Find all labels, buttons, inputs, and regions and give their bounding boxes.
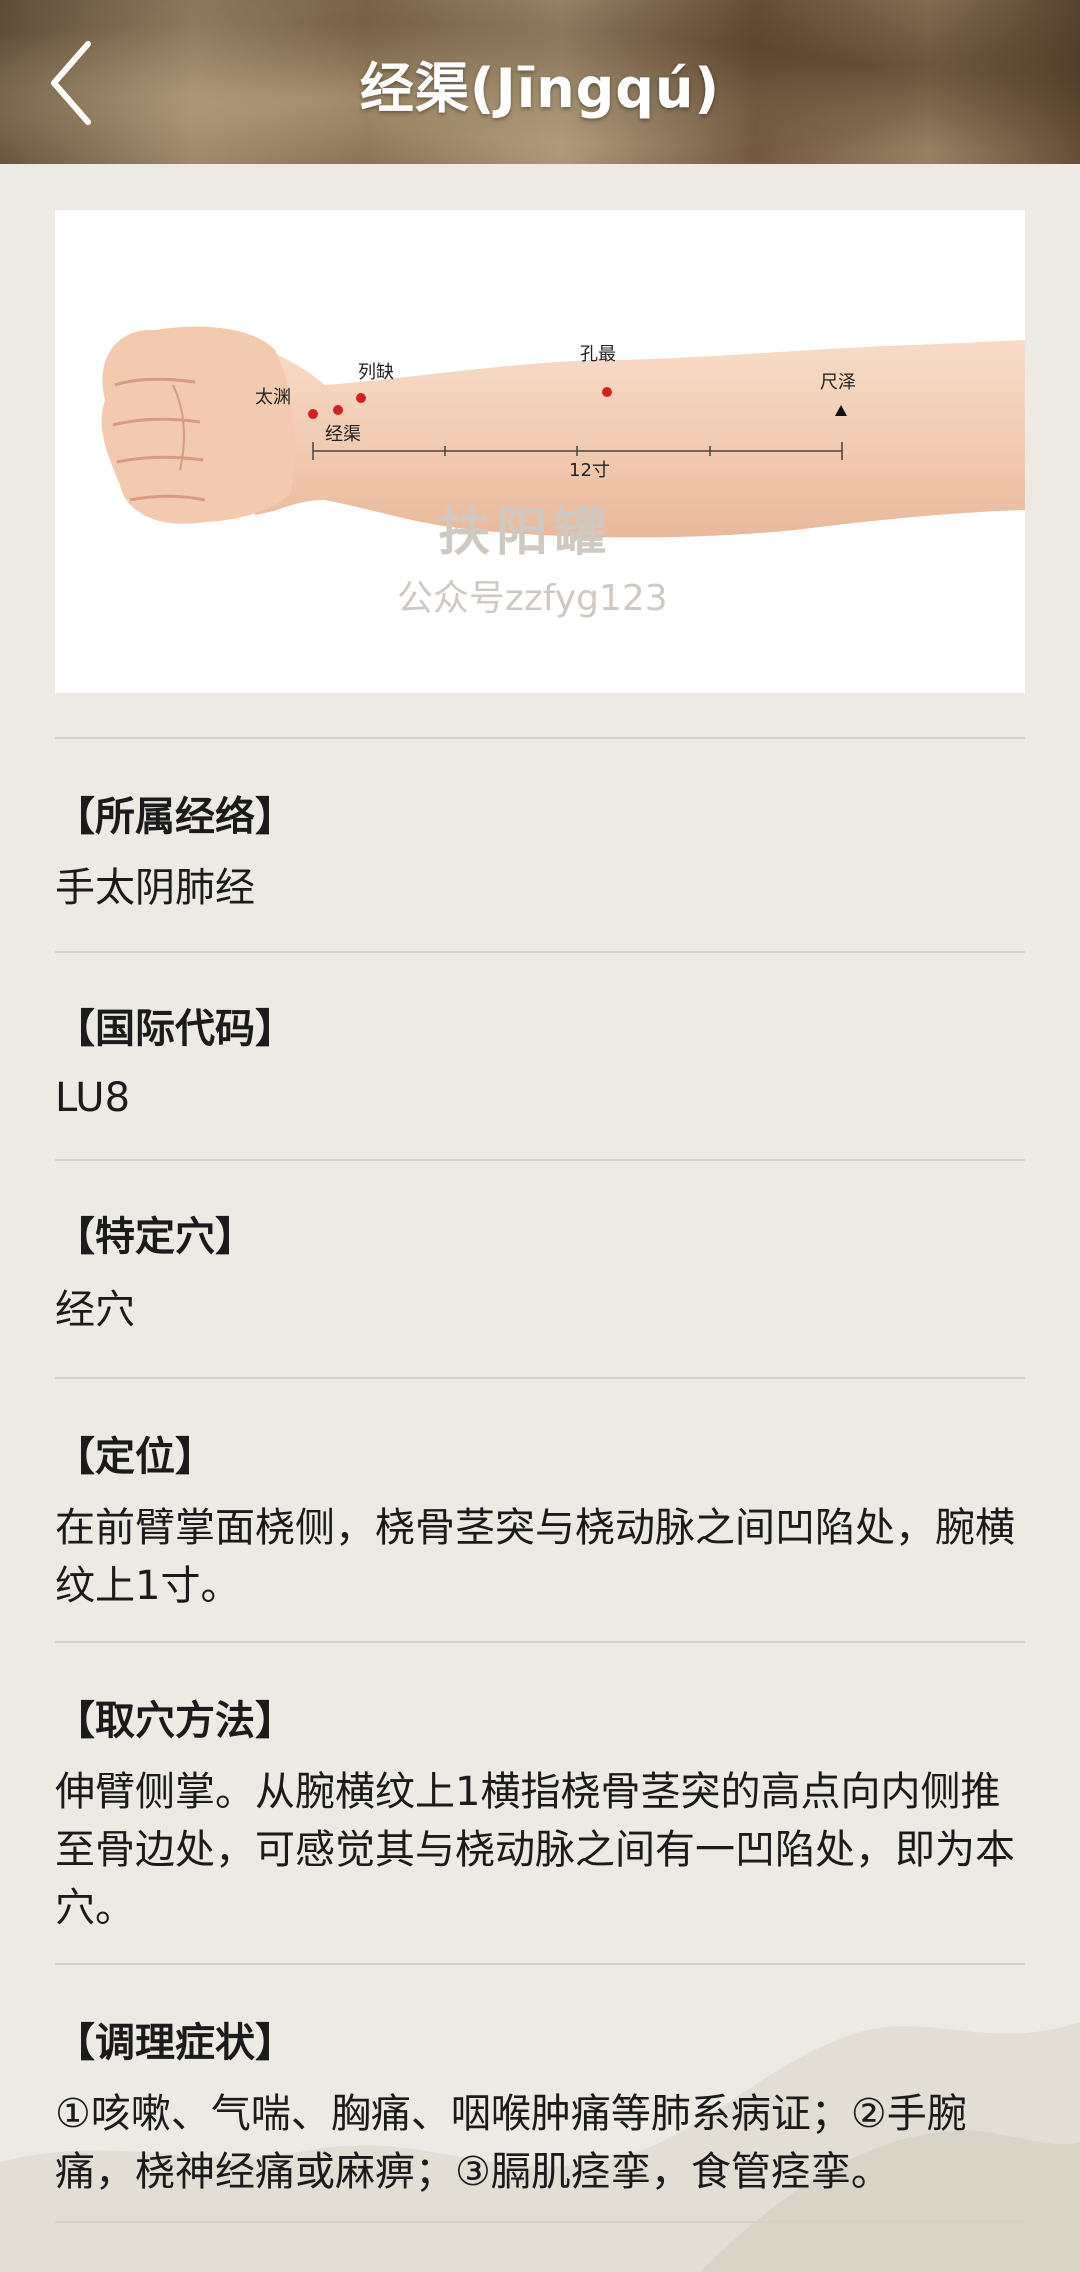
watermark-main: 扶阳罐 — [438, 502, 612, 563]
section-value: LU8 — [55, 1075, 131, 1121]
section-value: 伸臂侧掌。从腕横纹上1横指桡骨茎突的高点向内侧推至骨边处，可感觉其与桡动脉之间有… — [55, 1769, 1015, 1931]
label-jingqu: 经渠 — [325, 424, 361, 445]
point-jingqu — [333, 405, 343, 415]
section-location: 【定位】 在前臂掌面桡侧，桡骨茎突与桡动脉之间凹陷处，腕横纹上1寸。 — [55, 1379, 1025, 1641]
section-special-point: 【特定穴】 经穴 — [55, 1161, 1025, 1377]
watermark-sub: 公众号zzfyg123 — [397, 578, 668, 619]
label-taiyuan: 太渊 — [255, 387, 291, 408]
section-value: 经穴 — [55, 1287, 135, 1333]
section-label: 【调理症状】 — [55, 2020, 295, 2066]
section-label: 【取穴方法】 — [55, 1698, 295, 1744]
acupoint-figure: 太渊 列缺 经渠 孔最 尺泽 12寸 扶阳罐 公众号zzfyg123 — [55, 210, 1025, 693]
point-taiyuan — [308, 409, 318, 419]
label-lieque: 列缺 — [358, 362, 394, 383]
label-chize: 尺泽 — [820, 372, 856, 393]
arm-illustration: 太渊 列缺 经渠 孔最 尺泽 12寸 扶阳罐 公众号zzfyg123 — [101, 326, 1025, 619]
section-symptoms: 【调理症状】 ①咳嗽、气喘、胸痛、咽喉肿痛等肺系病证；②手腕痛，桡神经痛或麻痹；… — [55, 1965, 1025, 2221]
label-kongzui: 孔最 — [580, 344, 616, 365]
section-value: 在前臂掌面桡侧，桡骨茎突与桡动脉之间凹陷处，腕横纹上1寸。 — [55, 1505, 1015, 1609]
section-method: 【取穴方法】 伸臂侧掌。从腕横纹上1横指桡骨茎突的高点向内侧推至骨边处，可感觉其… — [55, 1643, 1025, 1963]
page-title: 经渠(Jīngqú) — [359, 57, 721, 120]
divider — [55, 2221, 1025, 2223]
header-bar: 经渠(Jīngqú) — [0, 0, 1080, 164]
label-measure: 12寸 — [569, 460, 610, 481]
section-code: 【国际代码】 LU8 — [55, 953, 1025, 1159]
point-kongzui — [602, 387, 612, 397]
point-lieque — [356, 393, 366, 403]
section-label: 【国际代码】 — [55, 1006, 295, 1052]
section-label: 【定位】 — [55, 1434, 215, 1480]
section-value: ①咳嗽、气喘、胸痛、咽喉肿痛等肺系病证；②手腕痛，桡神经痛或麻痹；③膈肌痉挛，食… — [55, 2091, 967, 2195]
section-value: 手太阴肺经 — [55, 865, 255, 911]
section-meridian: 【所属经络】 手太阴肺经 — [55, 739, 1025, 951]
section-label: 【所属经络】 — [55, 794, 295, 840]
section-label: 【特定穴】 — [55, 1214, 255, 1260]
main-content: 太渊 列缺 经渠 孔最 尺泽 12寸 扶阳罐 公众号zzfyg123 【所属经络… — [55, 210, 1025, 2223]
